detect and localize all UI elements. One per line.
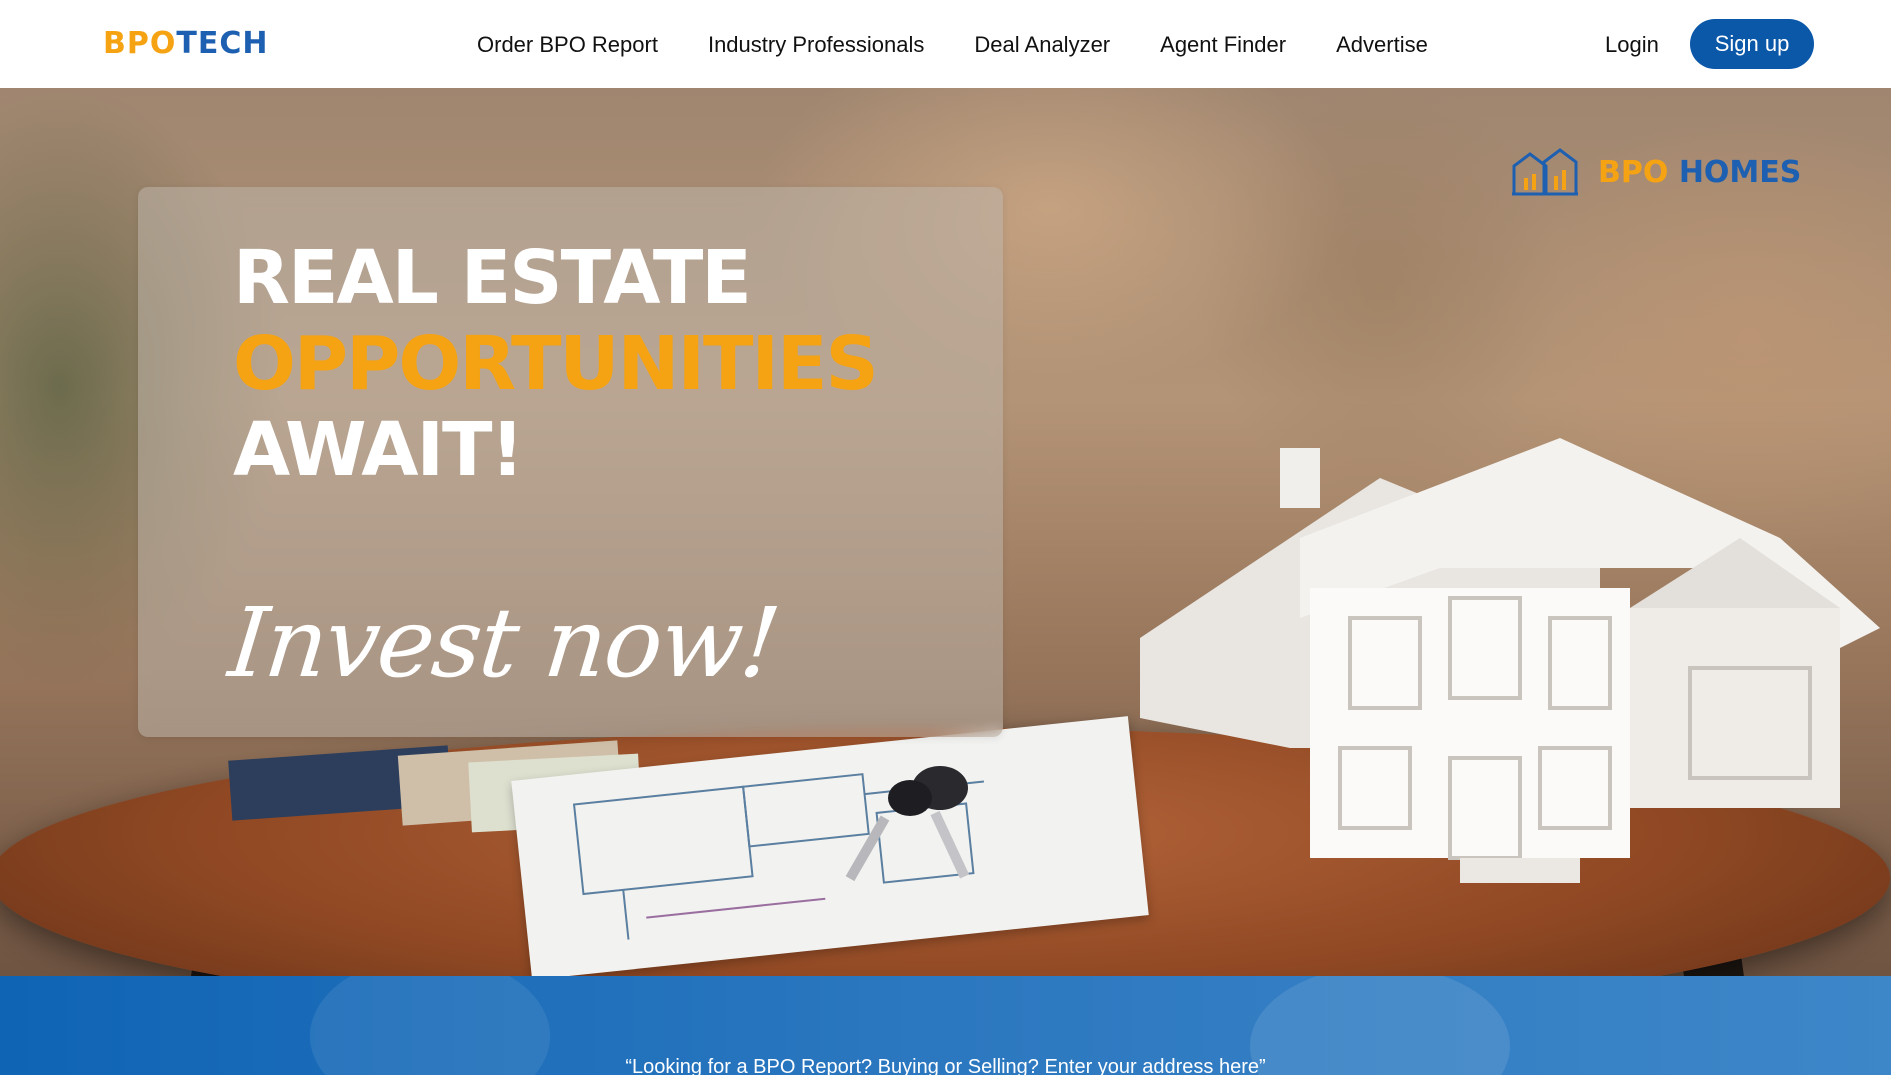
brand-part-homes: HOMES bbox=[1678, 154, 1802, 190]
bpotech-logo[interactable]: BPOTECH bbox=[103, 24, 268, 64]
headline-line-3: AWAIT! bbox=[233, 407, 524, 493]
brand-part-bpo: BPO bbox=[1598, 154, 1669, 190]
headline-line-2: OPPORTUNITIES bbox=[233, 321, 879, 407]
nav-deal-analyzer[interactable]: Deal Analyzer bbox=[974, 28, 1110, 62]
login-link[interactable]: Login bbox=[1605, 28, 1659, 62]
logo-part-bpo: BPO bbox=[103, 26, 177, 61]
logo-part-tech: TECH bbox=[176, 26, 269, 61]
hero-headline: REAL ESTATE OPPORTUNITIES AWAIT! bbox=[233, 235, 879, 493]
bpo-homes-wordmark: BPO HOMES bbox=[1598, 155, 1801, 190]
house-model-image bbox=[1140, 438, 1880, 883]
house-outline-icon bbox=[1512, 148, 1578, 196]
bpo-homes-logo: BPO HOMES bbox=[1510, 148, 1801, 196]
nav-industry-professionals[interactable]: Industry Professionals bbox=[708, 28, 924, 62]
nav-agent-finder[interactable]: Agent Finder bbox=[1160, 28, 1286, 62]
signup-button[interactable]: Sign up bbox=[1690, 19, 1814, 69]
address-search-section: “Looking for a BPO Report? Buying or Sel… bbox=[0, 976, 1891, 1075]
main-nav: Order BPO Report Industry Professionals … bbox=[477, 28, 1478, 62]
nav-advertise[interactable]: Advertise bbox=[1336, 28, 1428, 62]
hero-banner: REAL ESTATE OPPORTUNITIES AWAIT! Invest … bbox=[0, 88, 1891, 976]
site-header: BPOTECH Order BPO Report Industry Profes… bbox=[0, 0, 1891, 88]
nav-order-bpo-report[interactable]: Order BPO Report bbox=[477, 28, 658, 62]
headline-line-1: REAL ESTATE bbox=[233, 235, 752, 321]
hero-tagline: Invest now! bbox=[224, 587, 784, 699]
keys-image bbox=[845, 766, 970, 882]
search-prompt-text: “Looking for a BPO Report? Buying or Sel… bbox=[625, 1056, 1266, 1075]
hero-glass-card: REAL ESTATE OPPORTUNITIES AWAIT! Invest … bbox=[138, 187, 1003, 737]
